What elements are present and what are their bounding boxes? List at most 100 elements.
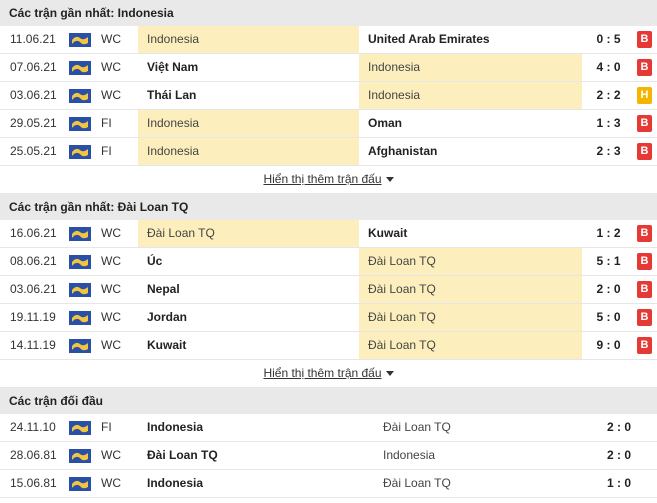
match-date: 16.06.21 — [10, 226, 57, 240]
competition-flag-icon — [69, 227, 91, 241]
competition-flag-icon — [69, 33, 91, 47]
match-date: 28.06.81 — [10, 448, 57, 462]
match-score[interactable]: 2 : 3 — [582, 138, 635, 165]
home-team[interactable]: Indonesia — [138, 138, 359, 165]
competition-flag-icon — [69, 311, 91, 325]
competition-flag-icon — [69, 145, 91, 159]
home-team[interactable]: Kuwait — [138, 332, 359, 359]
match-row[interactable]: 25.05.21 FI Indonesia Afghanistan 2 : 3B — [0, 138, 657, 166]
home-team[interactable]: Nepal — [138, 276, 359, 303]
away-team[interactable]: Afghanistan — [359, 138, 582, 165]
result-badge: B — [637, 143, 652, 160]
match-row[interactable]: 03.06.21 WC Nepal Đài Loan TQ 2 : 0B — [0, 276, 657, 304]
match-row[interactable]: 29.05.21 FI Indonesia Oman 1 : 3B — [0, 110, 657, 138]
caret-down-icon[interactable] — [385, 177, 394, 183]
match-score[interactable]: 4 : 0 — [582, 54, 635, 81]
match-date: 29.05.21 — [10, 116, 57, 130]
match-score[interactable]: 0 : 5 — [582, 26, 635, 53]
result-badge: H — [637, 87, 652, 104]
result-badge: B — [637, 225, 652, 242]
match-date: 24.11.10 — [10, 420, 56, 434]
competition-flag-icon — [69, 89, 91, 103]
home-team[interactable]: Thái Lan — [138, 82, 359, 109]
match-row[interactable]: 08.06.21 WC Úc Đài Loan TQ 5 : 1B — [0, 248, 657, 276]
match-date: 03.06.21 — [10, 88, 57, 102]
match-date: 03.06.21 — [10, 282, 57, 296]
show-more-link[interactable]: Hiển thị thêm trận đấu — [263, 172, 381, 186]
competition-flag-icon — [69, 477, 91, 491]
match-row[interactable]: 19.11.19 WC Jordan Đài Loan TQ 5 : 0B — [0, 304, 657, 332]
result-badge: B — [637, 309, 652, 326]
home-team[interactable]: Đài Loan TQ — [138, 442, 374, 469]
home-team[interactable]: Úc — [138, 248, 359, 275]
home-team[interactable]: Indonesia — [138, 26, 359, 53]
match-date: 11.06.21 — [10, 32, 56, 46]
h2h-match-row[interactable]: 15.06.81 WC Indonesia Đài Loan TQ 1 : 0 — [0, 470, 657, 498]
away-team[interactable]: Đài Loan TQ — [359, 332, 582, 359]
result-badge: B — [637, 337, 652, 354]
match-row[interactable]: 03.06.21 WC Thái Lan Indonesia 2 : 2H — [0, 82, 657, 110]
away-team[interactable]: Kuwait — [359, 220, 582, 247]
competition-flag-icon — [69, 449, 91, 463]
result-badge: B — [637, 253, 652, 270]
competition-code: WC — [101, 338, 121, 352]
match-date: 14.11.19 — [10, 338, 56, 352]
show-more-link[interactable]: Hiển thị thêm trận đấu — [263, 366, 381, 380]
competition-code: FI — [101, 116, 112, 130]
home-team[interactable]: Jordan — [138, 304, 359, 331]
caret-down-icon[interactable] — [385, 371, 394, 377]
match-history-panel: Các trận gần nhất: Indonesia 11.06.21 WC In… — [0, 0, 657, 498]
match-date: 15.06.81 — [10, 476, 57, 490]
competition-code: WC — [101, 254, 121, 268]
match-score[interactable]: 2 : 0 — [584, 442, 654, 469]
section-title: Các trận gần nhất: Indonesia — [0, 0, 657, 26]
home-team[interactable]: Đài Loan TQ — [138, 220, 359, 247]
home-team[interactable]: Indonesia — [138, 470, 374, 497]
competition-code: WC — [101, 310, 121, 324]
competition-code: WC — [101, 448, 121, 462]
competition-code: WC — [101, 476, 121, 490]
match-score[interactable]: 2 : 0 — [584, 414, 654, 441]
away-team[interactable]: Đài Loan TQ — [359, 248, 582, 275]
home-team[interactable]: Indonesia — [138, 110, 359, 137]
competition-flag-icon — [69, 255, 91, 269]
away-team[interactable]: Indonesia — [359, 82, 582, 109]
away-team[interactable]: Đài Loan TQ — [359, 276, 582, 303]
h2h-match-row[interactable]: 24.11.10 FI Indonesia Đài Loan TQ 2 : 0 — [0, 414, 657, 442]
show-more-row: Hiển thị thêm trận đấu — [0, 360, 657, 388]
away-team[interactable]: United Arab Emirates — [359, 26, 582, 53]
match-score[interactable]: 2 : 0 — [582, 276, 635, 303]
away-team[interactable]: Indonesia — [374, 442, 584, 469]
match-score[interactable]: 5 : 1 — [582, 248, 635, 275]
match-score[interactable]: 2 : 2 — [582, 82, 635, 109]
home-team[interactable]: Việt Nam — [138, 54, 359, 81]
match-date: 08.06.21 — [10, 254, 57, 268]
away-team[interactable]: Indonesia — [359, 54, 582, 81]
result-badge: B — [637, 31, 652, 48]
competition-code: WC — [101, 88, 121, 102]
competition-flag-icon — [69, 283, 91, 297]
away-team[interactable]: Đài Loan TQ — [374, 414, 584, 441]
match-score[interactable]: 1 : 2 — [582, 220, 635, 247]
match-date: 25.05.21 — [10, 144, 57, 158]
h2h-match-row[interactable]: 28.06.81 WC Đài Loan TQ Indonesia 2 : 0 — [0, 442, 657, 470]
match-score[interactable]: 5 : 0 — [582, 304, 635, 331]
competition-code: WC — [101, 60, 121, 74]
match-date: 19.11.19 — [10, 310, 56, 324]
match-row[interactable]: 11.06.21 WC Indonesia United Arab Emirates 0… — [0, 26, 657, 54]
section-title: Các trận gần nhất: Đài Loan TQ — [0, 194, 657, 220]
away-team[interactable]: Oman — [359, 110, 582, 137]
away-team[interactable]: Đài Loan TQ — [359, 304, 582, 331]
match-row[interactable]: 07.06.21 WC Việt Nam Indonesia 4 : 0B — [0, 54, 657, 82]
match-score[interactable]: 9 : 0 — [582, 332, 635, 359]
home-team[interactable]: Indonesia — [138, 414, 374, 441]
result-badge: B — [637, 115, 652, 132]
match-row[interactable]: 14.11.19 WC Kuwait Đài Loan TQ 9 : 0B — [0, 332, 657, 360]
match-score[interactable]: 1 : 3 — [582, 110, 635, 137]
match-row[interactable]: 16.06.21 WC Đài Loan TQ Kuwait 1 : 2B — [0, 220, 657, 248]
match-score[interactable]: 1 : 0 — [584, 470, 654, 497]
competition-flag-icon — [69, 117, 91, 131]
competition-code: FI — [101, 144, 112, 158]
match-date: 07.06.21 — [10, 60, 57, 74]
away-team[interactable]: Đài Loan TQ — [374, 470, 584, 497]
